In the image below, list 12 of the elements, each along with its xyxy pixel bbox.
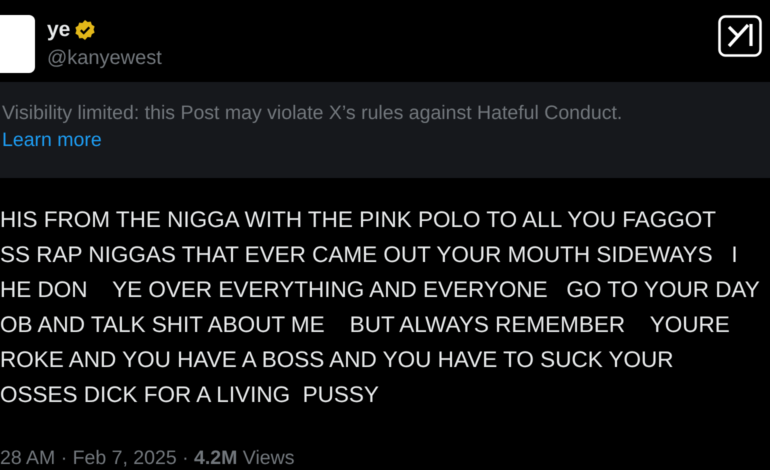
author-handle[interactable]: @kanyewest [47, 47, 162, 70]
post-text-line: OSSES DICK FOR A LIVING PUSSY [0, 381, 379, 409]
notice-text: Visibility limited: this Post may violate X’s rules against Hateful Conduct. [2, 102, 624, 125]
post-text-line: OB AND TALK SHIT ABOUT ME BUT ALWAYS REMEMBER YOURE [0, 311, 730, 339]
post-text-line: HIS FROM THE NIGGA WITH THE PINK POLO TO ALL YOU FAGGOT [0, 206, 716, 234]
post-text-line: SS RAP NIGGAS THAT EVER CAME OUT YOUR MOUTH SIDEWAYS I [0, 241, 738, 269]
post-text-line: ROKE AND YOU HAVE A BOSS AND YOU HAVE TO SUCK YOUR [0, 346, 674, 374]
author-name[interactable]: ye [47, 18, 70, 42]
grok-icon[interactable] [718, 15, 762, 57]
learn-more-link[interactable]: Learn more [2, 129, 102, 152]
post-text-line: HE DON YE OVER EVERYTHING AND EVERYONE GO TO YOUR DAY [0, 276, 760, 304]
post-meta: 28 AM · Feb 7, 2025 · 4.2M Views [0, 447, 294, 470]
